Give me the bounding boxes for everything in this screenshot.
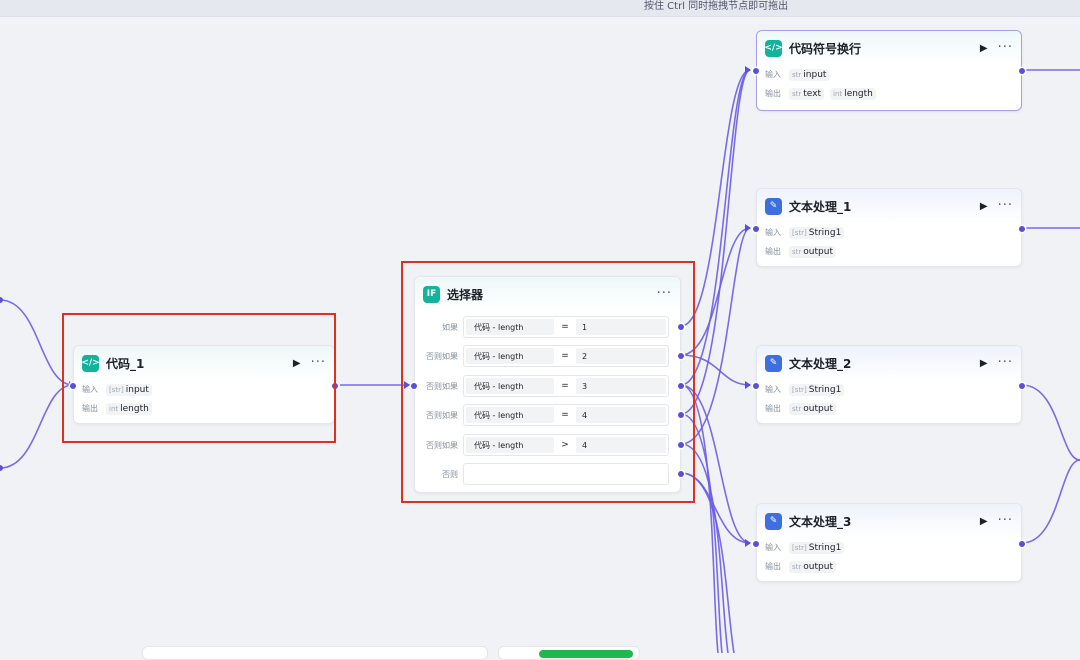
run-button[interactable]: ▶	[980, 43, 988, 54]
output-param: str output	[789, 245, 836, 258]
input-param: [str] String1	[789, 541, 845, 554]
input-port[interactable]	[753, 383, 759, 389]
node-input-row: 输入 str input	[757, 65, 1021, 84]
arrow-text1	[745, 224, 751, 232]
bottom-panel-left[interactable]	[142, 646, 488, 660]
input-port[interactable]	[753, 226, 759, 232]
output-port[interactable]	[1019, 383, 1025, 389]
edge-text3-out	[1021, 459, 1080, 544]
more-options-icon[interactable]: ···	[998, 199, 1013, 212]
node-text1-header[interactable]: ✎ 文本处理_1 ▶ ···	[757, 189, 1021, 223]
highlight-box-selector	[401, 261, 695, 503]
canvas-top-bar: 按住 Ctrl 同时拖拽节点即可拖出	[0, 0, 1080, 17]
arrow-text3	[745, 539, 751, 547]
input-label: 输入	[765, 385, 781, 394]
input-param: [str] String1	[789, 383, 845, 396]
output-label: 输出	[765, 562, 781, 571]
input-label: 输入	[765, 228, 781, 237]
edge-text2-out	[1021, 384, 1080, 461]
node-input-row: 输入 [str] String1	[757, 538, 1021, 557]
port-left-bottom	[0, 465, 3, 471]
node-code-symbol-header[interactable]: </> 代码符号换行 ▶ ···	[757, 31, 1021, 65]
node-code-symbol[interactable]: </> 代码符号换行 ▶ ··· 输入 str input 输出 str text …	[753, 30, 1025, 111]
input-label: 输入	[765, 543, 781, 552]
node-output-row: 输出 str text int length	[757, 84, 1021, 103]
node-text2[interactable]: ✎ 文本处理_2 ▶ ··· 输入 [str] String1 输出 str out…	[753, 345, 1025, 424]
node-title: 文本处理_2	[789, 356, 852, 371]
more-options-icon[interactable]: ···	[998, 514, 1013, 527]
output-param: int length	[830, 87, 876, 100]
node-input-row: 输入 [str] String1	[757, 223, 1021, 242]
input-param: [str] String1	[789, 226, 845, 239]
more-options-icon[interactable]: ···	[998, 356, 1013, 369]
output-param: str text	[789, 87, 825, 100]
code-icon: </>	[764, 39, 783, 57]
input-param: str input	[789, 68, 830, 81]
output-port[interactable]	[1019, 226, 1025, 232]
node-title: 文本处理_1	[789, 199, 852, 214]
output-port[interactable]	[1019, 541, 1025, 547]
run-button[interactable]: ▶	[980, 358, 988, 369]
node-title: 代码符号换行	[789, 41, 862, 56]
node-output-row: 输出 str output	[757, 399, 1021, 418]
run-button[interactable]: ▶	[980, 201, 988, 212]
node-text2-header[interactable]: ✎ 文本处理_2 ▶ ···	[757, 346, 1021, 380]
node-output-row: 输出 str output	[757, 557, 1021, 576]
text-process-icon: ✎	[765, 197, 782, 215]
node-text1[interactable]: ✎ 文本处理_1 ▶ ··· 输入 [str] String1 输出 str out…	[753, 188, 1025, 267]
output-port[interactable]	[1019, 68, 1025, 74]
output-param: str output	[789, 402, 836, 415]
text-process-icon: ✎	[765, 354, 782, 372]
node-input-row: 输入 [str] String1	[757, 380, 1021, 399]
node-text3[interactable]: ✎ 文本处理_3 ▶ ··· 输入 [str] String1 输出 str out…	[753, 503, 1025, 582]
green-action-button[interactable]	[539, 650, 633, 658]
input-label: 输入	[765, 70, 781, 79]
input-port[interactable]	[753, 68, 759, 74]
arrow-text2	[745, 381, 751, 389]
bottom-panel-right[interactable]	[498, 646, 640, 660]
arrow-codesymbol	[745, 66, 751, 74]
input-port[interactable]	[753, 541, 759, 547]
drag-hint-text: 按住 Ctrl 同时拖拽节点即可拖出	[644, 1, 789, 12]
node-text3-header[interactable]: ✎ 文本处理_3 ▶ ···	[757, 504, 1021, 538]
run-button[interactable]: ▶	[980, 516, 988, 527]
port-left-top	[0, 297, 3, 303]
node-title: 文本处理_3	[789, 514, 852, 529]
output-label: 输出	[765, 89, 781, 98]
more-options-icon[interactable]: ···	[998, 41, 1013, 54]
output-param: str output	[789, 560, 836, 573]
highlight-box-code1	[62, 313, 336, 443]
output-label: 输出	[765, 247, 781, 256]
node-output-row: 输出 str output	[757, 242, 1021, 261]
output-label: 输出	[765, 404, 781, 413]
text-process-icon: ✎	[765, 512, 782, 530]
